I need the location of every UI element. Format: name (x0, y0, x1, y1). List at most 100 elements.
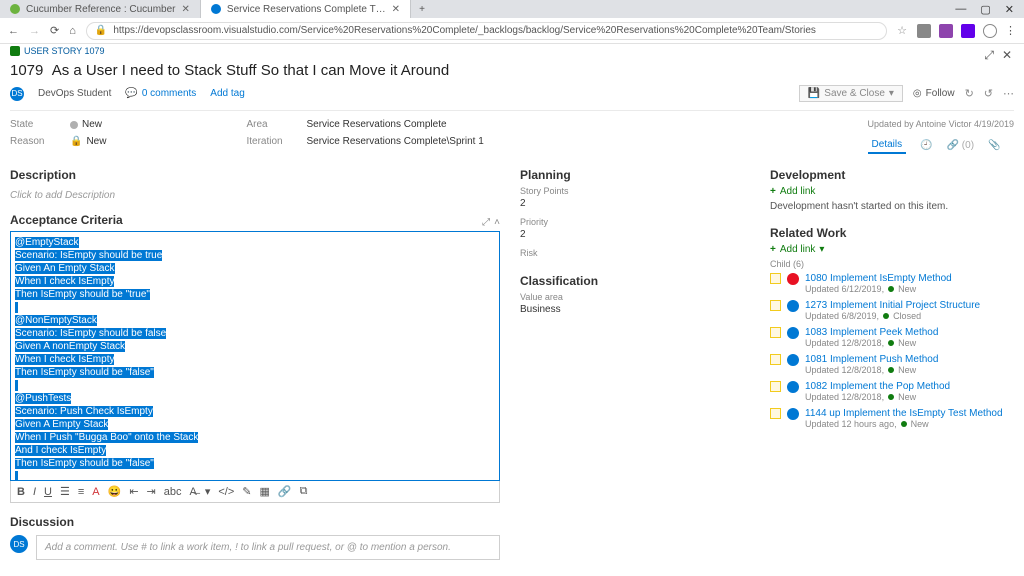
status-badge-icon (787, 381, 799, 393)
close-panel-icon[interactable]: ✕ (1002, 48, 1012, 63)
profile-icon[interactable] (983, 24, 997, 38)
link-icon[interactable]: 🔗 (278, 485, 292, 498)
number-list-icon[interactable]: ≡ (78, 486, 84, 498)
workitem-icon (770, 273, 781, 284)
status-badge-icon (787, 408, 799, 420)
related-item-title: 1144 up Implement the IsEmpty Test Metho… (805, 408, 1003, 419)
links-icon[interactable]: 🔗 (0) (947, 140, 974, 151)
close-icon[interactable]: ✕ (1005, 3, 1014, 16)
bold-icon[interactable]: B (17, 486, 25, 498)
favicon-icon (10, 4, 20, 14)
add-related-link[interactable]: +Add link ▾ (770, 244, 1014, 255)
close-tab-icon[interactable]: ✕ (182, 4, 190, 15)
related-item[interactable]: 1083 Implement Peek Method Updated 12/8/… (770, 327, 1014, 348)
main-columns: Description Click to add Description Acc… (10, 162, 1014, 560)
value-area-value[interactable]: Business (520, 304, 750, 315)
reason-value[interactable]: 🔒New (70, 136, 106, 147)
related-work-title: Related Work (770, 226, 1014, 240)
refresh-icon[interactable]: ↻ (965, 87, 974, 100)
workitem-type-icon (10, 46, 20, 56)
font-color-icon[interactable]: A (92, 486, 99, 498)
table-icon[interactable]: ▦ (260, 485, 270, 498)
chevron-down-icon[interactable]: ▾ (205, 485, 211, 498)
assignee[interactable]: DevOps Student (38, 88, 111, 99)
add-tag-button[interactable]: Add tag (210, 88, 244, 99)
page-title[interactable]: 1079 As a User I need to Stack Stuff So … (10, 62, 449, 79)
indent-icon[interactable]: ⇤ (129, 485, 138, 498)
related-item[interactable]: 1081 Implement Push Method Updated 12/8/… (770, 354, 1014, 375)
status-badge-icon (787, 273, 799, 285)
breadcrumb[interactable]: USER STORY 1079 (10, 44, 1014, 58)
attach-icon[interactable]: ⧉ (300, 485, 308, 498)
tab-details[interactable]: Details (868, 137, 907, 154)
emoji-icon[interactable]: 😀 (108, 485, 122, 498)
related-item[interactable]: 1080 Implement IsEmpty Method Updated 6/… (770, 273, 1014, 294)
related-item-meta: Updated 12/8/2018, New (805, 365, 938, 375)
close-tab-icon[interactable]: ✕ (392, 4, 400, 15)
avatar[interactable]: DS (10, 87, 24, 101)
workitem-icon (770, 327, 781, 338)
chevron-down-icon: ▾ (889, 88, 894, 99)
priority-value[interactable]: 2 (520, 229, 750, 240)
menu-icon[interactable]: ⋮ (1005, 24, 1016, 37)
priority-label: Priority (520, 217, 750, 227)
forward-icon[interactable]: → (29, 25, 40, 37)
attachments-icon[interactable]: 📎 (988, 140, 1000, 151)
related-item-title: 1080 Implement IsEmpty Method (805, 273, 952, 284)
save-close-button[interactable]: 💾 Save & Close ▾ (799, 85, 903, 102)
related-item[interactable]: 1082 Implement the Pop Method Updated 12… (770, 381, 1014, 402)
browser-tab-active[interactable]: Service Reservations Complete T… ✕ (201, 0, 411, 18)
state-label: State (10, 119, 50, 130)
outdent-icon[interactable]: ⇥ (147, 485, 156, 498)
title-row: 1079 As a User I need to Stack Stuff So … (10, 58, 1014, 85)
extension-icon[interactable] (917, 24, 931, 38)
chevron-up-icon[interactable]: ˄ (494, 217, 500, 228)
follow-button[interactable]: ◎ Follow (913, 88, 955, 99)
clear-format-icon[interactable]: A̶ (190, 486, 197, 498)
minimize-icon[interactable]: — (955, 3, 966, 16)
iteration-value[interactable]: Service Reservations Complete\Sprint 1 (306, 136, 483, 147)
more-actions-icon[interactable]: ⋯ (1003, 87, 1014, 100)
comments-link[interactable]: 💬 0 comments (125, 88, 196, 99)
underline-icon[interactable]: U (44, 486, 52, 498)
italic-icon[interactable]: I (33, 486, 36, 498)
story-points-label: Story Points (520, 186, 750, 196)
area-value[interactable]: Service Reservations Complete (306, 119, 446, 130)
address-bar: ← → ⟳ ⌂ 🔒 https://devopsclassroom.visual… (0, 18, 1024, 44)
related-item-meta: Updated 6/12/2019, New (805, 284, 952, 294)
related-item-meta: Updated 12/8/2018, New (805, 392, 950, 402)
code-icon[interactable]: </> (218, 486, 234, 498)
home-icon[interactable]: ⌂ (69, 25, 76, 37)
maximize-icon[interactable]: ▢ (980, 3, 990, 16)
story-points-value[interactable]: 2 (520, 198, 750, 209)
description-title: Description (10, 168, 500, 182)
comment-input[interactable]: Add a comment. Use # to link a work item… (36, 535, 500, 560)
new-tab-button[interactable]: + (411, 0, 433, 18)
extension-icon[interactable] (939, 24, 953, 38)
reload-icon[interactable]: ⟳ (50, 24, 59, 37)
workitem-icon (770, 300, 781, 311)
workitem-icon (770, 381, 781, 392)
related-item[interactable]: 1273 Implement Initial Project Structure… (770, 300, 1014, 321)
description-field[interactable]: Click to add Description (10, 186, 500, 213)
history-icon[interactable]: 🕘 (920, 140, 932, 151)
star-icon[interactable]: ☆ (897, 24, 907, 37)
related-item-meta: Updated 12/8/2018, New (805, 338, 938, 348)
browser-tabstrip: Cucumber Reference : Cucumber ✕ Service … (0, 0, 1024, 18)
state-value[interactable]: New (70, 119, 102, 130)
url-input[interactable]: 🔒 https://devopsclassroom.visualstudio.c… (86, 22, 887, 40)
format-paint-icon[interactable]: ✎ (242, 485, 251, 498)
extension-icons: ⋮ (917, 24, 1016, 38)
back-icon[interactable]: ← (8, 25, 19, 37)
expand-icon[interactable]: ⤢ (984, 48, 994, 63)
revert-icon[interactable]: ↺ (984, 87, 993, 100)
bullet-list-icon[interactable]: ☰ (60, 485, 70, 498)
browser-tab[interactable]: Cucumber Reference : Cucumber ✕ (0, 0, 201, 18)
expand-editor-icon[interactable]: ⤢ (482, 217, 490, 228)
add-dev-link[interactable]: +Add link (770, 186, 1014, 197)
planning-title: Planning (520, 168, 750, 182)
related-item[interactable]: 1144 up Implement the IsEmpty Test Metho… (770, 408, 1014, 429)
extension-icon[interactable] (961, 24, 975, 38)
strike-icon[interactable]: abc (164, 486, 182, 498)
acceptance-criteria-editor[interactable]: @EmptyStackScenario: IsEmpty should be t… (10, 231, 500, 481)
